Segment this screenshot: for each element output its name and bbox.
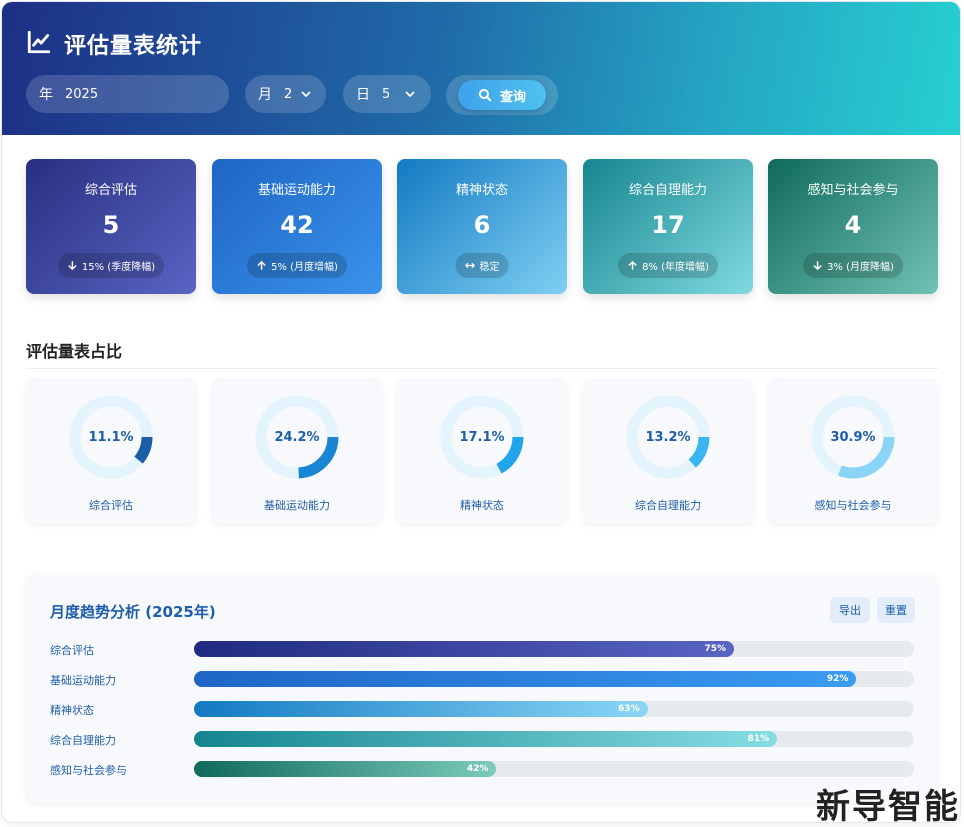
stat-badge: 稳定 [455,253,509,278]
stat-badge: 5% (月度增幅) [247,253,347,278]
progress-fill: 42% [194,761,497,777]
arrow-up-icon [628,261,637,270]
day-select[interactable]: 日 5 [343,75,431,113]
query-button-wrap: 查询 [446,75,558,115]
stat-value: 17 [651,211,685,239]
title-row: 评估量表统计 [26,28,202,60]
trend-label: 综合评估 [50,644,94,657]
stat-card: 感知与社会参与 4 3% (月度降幅) [768,159,938,294]
stat-value: 4 [844,211,862,239]
progress-percent: 81% [747,734,770,744]
stat-card: 精神状态 6 稳定 [397,159,567,294]
proportion-label: 精神状态 [460,499,504,512]
proportion-card: 24.2% 基础运动能力 [212,378,382,524]
progress-fill: 63% [194,701,648,717]
year-value: 2025 [65,86,99,102]
stat-title: 综合评估 [84,183,137,198]
trend-row: 感知与社会参与 42% [50,761,914,777]
day-value: 5 [382,86,391,102]
watermark-logo: 新导智能 [816,787,960,827]
arrow-up-icon [257,261,266,270]
progress-percent: 92% [826,674,849,684]
progress-fill: 75% [194,641,734,657]
trend-label: 精神状态 [50,704,94,717]
stat-badge: 3% (月度降幅) [803,253,903,278]
stat-badge: 15% (季度降幅) [57,253,165,278]
proportion-percent: 13.2% [645,430,691,445]
line-chart-icon [26,29,52,59]
dashboard-panel: 评估量表统计 年 2025 月 2 日 5 查询 综合评估 5 15% (季度降… [2,2,960,822]
trend-row: 综合评估 75% [50,641,914,657]
stat-badge: 8% (年度增幅) [618,253,718,278]
trend-label: 基础运动能力 [50,674,116,687]
proportion-card: 17.1% 精神状态 [397,378,567,524]
year-label: 年 [39,87,53,103]
stat-card: 综合评估 5 15% (季度降幅) [26,159,196,294]
query-label: 查询 [499,89,526,105]
stat-title: 综合自理能力 [628,183,707,198]
progress-track: 63% [194,701,914,717]
export-button[interactable]: 导出 [830,597,870,623]
stat-badge-text: 8% (年度增幅) [642,262,709,273]
stat-value: 42 [280,211,314,239]
proportion-label: 感知与社会参与 [814,499,892,512]
chevron-down-icon [405,91,415,97]
progress-track: 81% [194,731,914,747]
search-icon [478,88,492,102]
trend-row: 基础运动能力 92% [50,671,914,687]
progress-fill: 81% [194,731,778,747]
proportion-card: 30.9% 感知与社会参与 [768,378,938,524]
month-value: 2 [284,86,293,102]
query-button[interactable]: 查询 [458,80,546,110]
arrows-horizontal-icon [465,263,475,268]
proportion-card: 13.2% 综合自理能力 [583,378,753,524]
trend-row: 精神状态 63% [50,701,914,717]
page-title: 评估量表统计 [64,34,203,59]
stat-card: 综合自理能力 17 8% (年度增幅) [583,159,753,294]
stat-card: 基础运动能力 42 5% (月度增幅) [212,159,382,294]
header-banner: 评估量表统计 年 2025 月 2 日 5 查询 [2,2,960,135]
trend-label: 感知与社会参与 [50,764,127,777]
proportion-percent: 24.2% [274,430,320,445]
progress-percent: 63% [618,704,640,714]
proportion-label: 基础运动能力 [264,499,330,512]
stat-title: 基础运动能力 [257,183,336,198]
stat-value: 5 [102,211,120,239]
proportion-percent: 11.1% [88,430,134,445]
proportion-percent: 17.1% [459,430,505,445]
trend-label: 综合自理能力 [50,734,116,747]
proportion-card: 11.1% 综合评估 [26,378,196,524]
month-select[interactable]: 月 2 [245,75,326,113]
progress-track: 75% [194,641,914,657]
chevron-down-icon [301,91,311,97]
progress-percent: 75% [704,644,726,654]
stat-title: 感知与社会参与 [807,183,899,198]
trend-row: 综合自理能力 81% [50,731,914,747]
stat-value: 6 [473,211,491,239]
stat-badge-text: 3% (月度降幅) [827,262,894,273]
proportion-label: 综合自理能力 [635,499,701,512]
trend-title: 月度趋势分析 (2025年) [50,603,216,621]
stat-badge-text: 5% (月度增幅) [271,262,338,273]
year-input[interactable]: 年 2025 [26,75,229,113]
stat-badge-text: 稳定 [479,262,500,273]
section-title-proportion: 评估量表占比 [26,342,123,361]
stat-badge-text: 15% (季度降幅) [81,262,156,273]
section-divider [26,368,938,369]
progress-track: 92% [194,671,914,687]
trend-panel: 月度趋势分析 (2025年) 导出 重置 综合评估 75% 基础运动能力 92% 精神状… [26,573,938,803]
proportion-label: 综合评估 [89,499,133,512]
progress-fill: 92% [194,671,857,687]
reset-button[interactable]: 重置 [877,597,915,623]
day-label: 日 [356,87,370,103]
arrow-down-icon [68,261,77,270]
progress-track: 42% [194,761,914,777]
proportion-percent: 30.9% [830,430,876,445]
progress-percent: 42% [466,764,489,774]
month-label: 月 [258,87,272,103]
arrow-down-icon [813,261,822,270]
stat-title: 精神状态 [455,183,508,198]
